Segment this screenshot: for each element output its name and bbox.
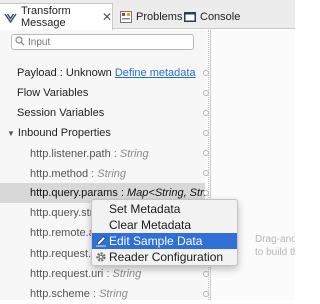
tab-label: Problems [136,10,183,23]
transform-icon [4,11,17,24]
mapping-port[interactable] [203,90,209,96]
tab-label: Console [200,10,241,23]
problems-icon [119,10,132,23]
tree-item-property[interactable]: http.method : String [0,164,205,184]
tree-item-property[interactable]: http.request.uri : String [0,264,205,284]
payload-label: Payload : Unknown [17,67,112,79]
mapping-port[interactable] [203,170,209,176]
tree-item-property[interactable]: http.listener.path : String [0,144,205,164]
drag-hint-text: Drag-and to build th [255,234,295,258]
editor-tab-bar: Transform Message ✕ Problems Console [0,0,295,30]
search-field[interactable] [11,34,194,50]
mapping-port[interactable] [203,110,209,116]
define-metadata-link[interactable]: Define metadata [115,67,196,79]
mapping-port[interactable] [203,271,209,277]
context-menu: Set Metadata Clear Metadata Edit Sample … [91,199,238,266]
menu-item-edit-sample-data[interactable]: Edit Sample Data [92,233,237,249]
menu-item-reader-configuration[interactable]: Reader Configuration [92,249,237,265]
menu-item-clear-metadata[interactable]: Clear Metadata [92,217,237,233]
console-icon [183,10,196,23]
search-input[interactable] [28,36,188,48]
tree-item-session-variables[interactable]: Session Variables [0,103,205,123]
mapping-port[interactable] [203,130,209,136]
pencil-icon [95,235,107,247]
tab-problems[interactable]: Problems [119,4,182,29]
menu-item-set-metadata[interactable]: Set Metadata [92,201,237,217]
mapping-port[interactable] [203,190,209,196]
tab-label: Transform Message [21,5,71,29]
tree-item-flow-variables[interactable]: Flow Variables [0,83,205,103]
mapping-port[interactable] [203,150,209,156]
tab-console[interactable]: Console [183,4,240,29]
tree-item-payload[interactable]: Payload : Unknown Define metadata [0,63,205,83]
tree-item-inbound-properties[interactable]: ▼ Inbound Properties [0,123,205,143]
close-icon[interactable]: ✕ [102,10,112,24]
tab-transform-message[interactable]: Transform Message ✕ [0,3,113,30]
gear-icon [95,251,107,263]
search-icon [15,35,25,49]
mapping-port[interactable] [203,291,209,297]
mapping-port[interactable] [203,70,209,76]
expand-triangle-icon[interactable]: ▼ [7,129,15,138]
tree-item-property[interactable]: http.scheme : String [0,284,205,304]
